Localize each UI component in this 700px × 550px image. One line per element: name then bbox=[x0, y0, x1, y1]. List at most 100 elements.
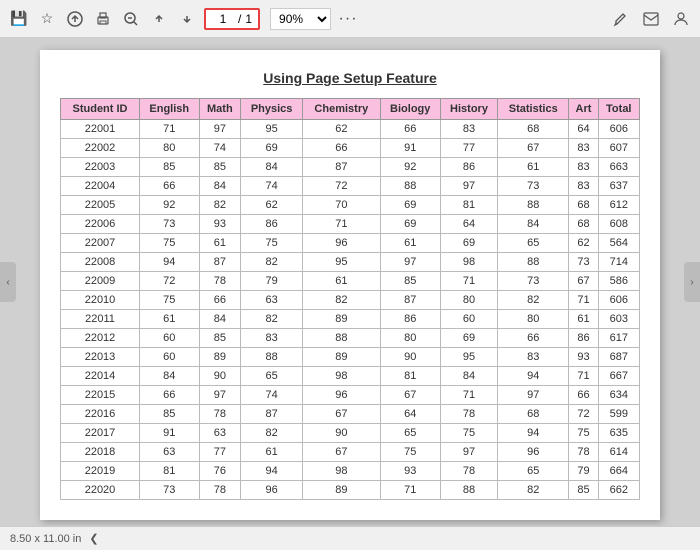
table-cell: 93 bbox=[380, 462, 440, 481]
table-cell: 83 bbox=[569, 177, 598, 196]
table-cell: 90 bbox=[303, 424, 380, 443]
scroll-right-arrow[interactable]: › bbox=[684, 262, 700, 302]
table-cell: 714 bbox=[598, 253, 639, 272]
table-cell: 71 bbox=[440, 386, 497, 405]
table-cell: 586 bbox=[598, 272, 639, 291]
table-cell: 85 bbox=[380, 272, 440, 291]
email-icon[interactable] bbox=[640, 8, 662, 30]
table-cell: 64 bbox=[380, 405, 440, 424]
save-icon[interactable]: 💾 bbox=[8, 8, 30, 30]
table-cell: 67 bbox=[498, 139, 569, 158]
table-header-cell: Physics bbox=[241, 99, 303, 120]
table-cell: 634 bbox=[598, 386, 639, 405]
table-cell: 95 bbox=[303, 253, 380, 272]
more-options-icon[interactable]: ··· bbox=[337, 8, 359, 30]
document-wrapper: Using Page Setup Feature Student IDEngli… bbox=[0, 38, 700, 526]
scroll-left-arrow[interactable]: ‹ bbox=[0, 262, 16, 302]
table-cell: 94 bbox=[241, 462, 303, 481]
table-cell: 85 bbox=[140, 158, 200, 177]
table-cell: 65 bbox=[498, 234, 569, 253]
table-cell: 73 bbox=[498, 272, 569, 291]
table-cell: 83 bbox=[498, 348, 569, 367]
table-cell: 94 bbox=[498, 367, 569, 386]
upload-icon[interactable] bbox=[64, 8, 86, 30]
table-cell: 662 bbox=[598, 481, 639, 500]
table-cell: 85 bbox=[569, 481, 598, 500]
print-icon[interactable] bbox=[92, 8, 114, 30]
table-cell: 95 bbox=[440, 348, 497, 367]
table-cell: 82 bbox=[303, 291, 380, 310]
table-cell: 60 bbox=[140, 348, 200, 367]
table-header-cell: Chemistry bbox=[303, 99, 380, 120]
table-cell: 79 bbox=[241, 272, 303, 291]
table-row: 220186377616775979678614 bbox=[61, 443, 640, 462]
table-cell: 97 bbox=[498, 386, 569, 405]
table-cell: 83 bbox=[440, 120, 497, 139]
table-cell: 22011 bbox=[61, 310, 140, 329]
table-cell: 22008 bbox=[61, 253, 140, 272]
table-cell: 82 bbox=[498, 291, 569, 310]
toolbar: 💾 ☆ 1 / 1 90% 75% 100% 125% ··· bbox=[0, 0, 700, 38]
table-cell: 73 bbox=[569, 253, 598, 272]
table-cell: 61 bbox=[140, 310, 200, 329]
document-page: Using Page Setup Feature Student IDEngli… bbox=[40, 50, 660, 520]
table-cell: 74 bbox=[199, 139, 241, 158]
table-cell: 22006 bbox=[61, 215, 140, 234]
annotation-icon[interactable] bbox=[610, 8, 632, 30]
table-cell: 614 bbox=[598, 443, 639, 462]
table-cell: 67 bbox=[303, 405, 380, 424]
table-cell: 22004 bbox=[61, 177, 140, 196]
document-title: Using Page Setup Feature bbox=[60, 70, 640, 86]
table-cell: 73 bbox=[140, 215, 200, 234]
table-cell: 70 bbox=[303, 196, 380, 215]
table-cell: 22012 bbox=[61, 329, 140, 348]
table-header-cell: History bbox=[440, 99, 497, 120]
zoom-select[interactable]: 90% 75% 100% 125% bbox=[270, 8, 331, 30]
table-cell: 69 bbox=[241, 139, 303, 158]
table-cell: 66 bbox=[498, 329, 569, 348]
table-row: 220116184828986608061603 bbox=[61, 310, 640, 329]
table-cell: 61 bbox=[498, 158, 569, 177]
table-cell: 89 bbox=[199, 348, 241, 367]
table-row: 220207378968971888285662 bbox=[61, 481, 640, 500]
table-cell: 89 bbox=[303, 348, 380, 367]
table-cell: 663 bbox=[598, 158, 639, 177]
table-cell: 83 bbox=[569, 158, 598, 177]
table-cell: 65 bbox=[241, 367, 303, 386]
table-header-cell: Math bbox=[199, 99, 241, 120]
table-header-cell: Total bbox=[598, 99, 639, 120]
table-cell: 85 bbox=[199, 329, 241, 348]
table-cell: 61 bbox=[569, 310, 598, 329]
table-cell: 90 bbox=[199, 367, 241, 386]
table-cell: 22020 bbox=[61, 481, 140, 500]
table-cell: 77 bbox=[199, 443, 241, 462]
table-cell: 22017 bbox=[61, 424, 140, 443]
table-cell: 84 bbox=[140, 367, 200, 386]
table-cell: 22009 bbox=[61, 272, 140, 291]
table-cell: 67 bbox=[380, 386, 440, 405]
table-cell: 22019 bbox=[61, 462, 140, 481]
page-current-input[interactable]: 1 bbox=[212, 12, 234, 26]
zoom-fit-icon[interactable] bbox=[120, 8, 142, 30]
bookmark-icon[interactable]: ☆ bbox=[36, 8, 58, 30]
table-cell: 91 bbox=[140, 424, 200, 443]
table-cell: 93 bbox=[569, 348, 598, 367]
table-cell: 72 bbox=[303, 177, 380, 196]
expand-button[interactable]: ❮ bbox=[89, 532, 98, 545]
table-cell: 80 bbox=[498, 310, 569, 329]
table-cell: 87 bbox=[303, 158, 380, 177]
table-cell: 62 bbox=[569, 234, 598, 253]
table-cell: 63 bbox=[199, 424, 241, 443]
table-cell: 60 bbox=[140, 329, 200, 348]
table-cell: 71 bbox=[569, 291, 598, 310]
table-cell: 637 bbox=[598, 177, 639, 196]
table-cell: 86 bbox=[380, 310, 440, 329]
table-row: 220097278796185717367586 bbox=[61, 272, 640, 291]
table-cell: 98 bbox=[303, 462, 380, 481]
table-cell: 90 bbox=[380, 348, 440, 367]
nav-down-icon[interactable] bbox=[176, 8, 198, 30]
nav-up-icon[interactable] bbox=[148, 8, 170, 30]
user-icon[interactable] bbox=[670, 8, 692, 30]
table-row: 220107566638287808271606 bbox=[61, 291, 640, 310]
table-cell: 69 bbox=[380, 196, 440, 215]
